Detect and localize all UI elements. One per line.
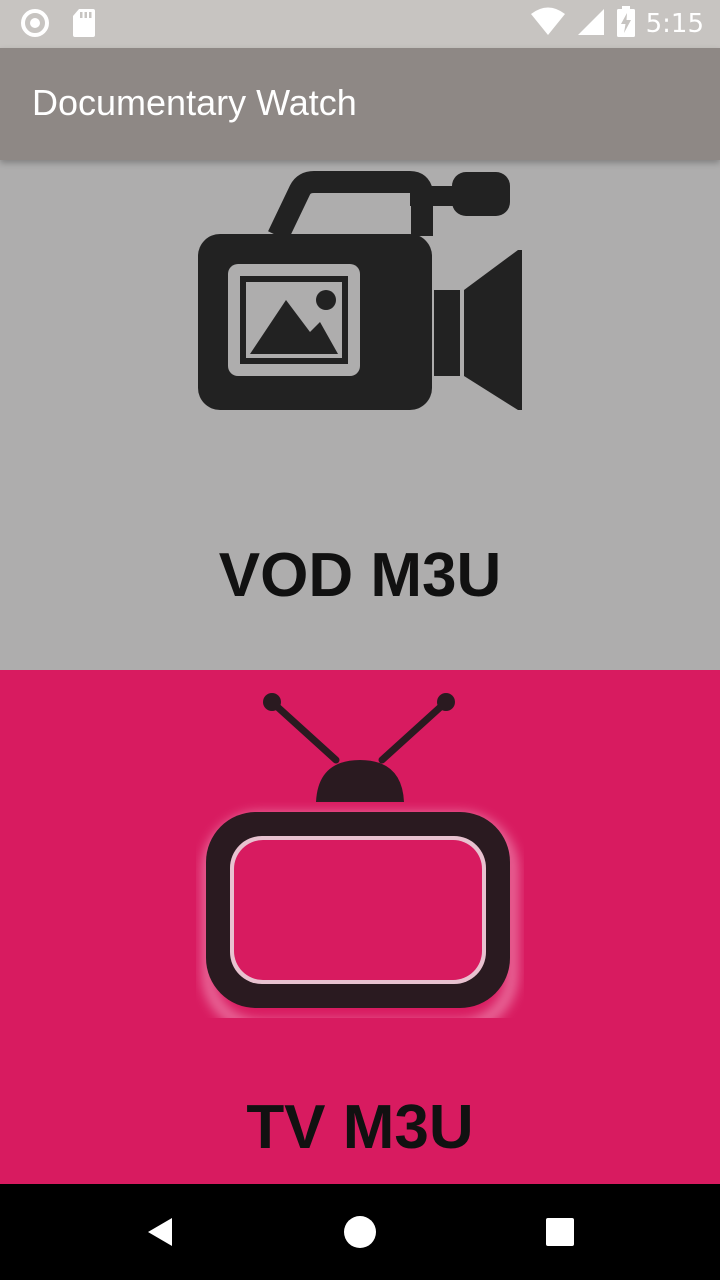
status-time: 5:15	[645, 9, 704, 39]
app-bar: Documentary Watch	[0, 48, 720, 160]
tv-m3u-button[interactable]: TV M3U	[0, 670, 720, 1184]
vod-m3u-button[interactable]: VOD M3U	[0, 160, 720, 670]
circle-notification-icon	[20, 8, 50, 42]
sd-card-icon	[72, 8, 96, 42]
battery-charging-icon	[616, 6, 636, 42]
navigation-bar	[0, 1184, 720, 1280]
wifi-icon	[530, 7, 566, 41]
cell-signal-icon	[576, 7, 606, 41]
status-bar: 5:15	[0, 0, 720, 48]
vod-m3u-label: VOD M3U	[218, 541, 502, 610]
home-icon[interactable]	[336, 1208, 384, 1256]
video-camera-icon	[188, 166, 534, 430]
tv-m3u-label: TV M3U	[246, 1093, 474, 1162]
recents-icon[interactable]	[536, 1208, 584, 1256]
status-right-icons: 5:15	[530, 6, 704, 42]
back-icon[interactable]	[136, 1208, 184, 1256]
status-left-icons	[20, 8, 96, 42]
screen: 5:15 Documentary Watch VOD M3U TV M3U	[0, 0, 720, 1280]
app-title: Documentary Watch	[32, 82, 357, 123]
television-icon	[196, 690, 524, 1031]
